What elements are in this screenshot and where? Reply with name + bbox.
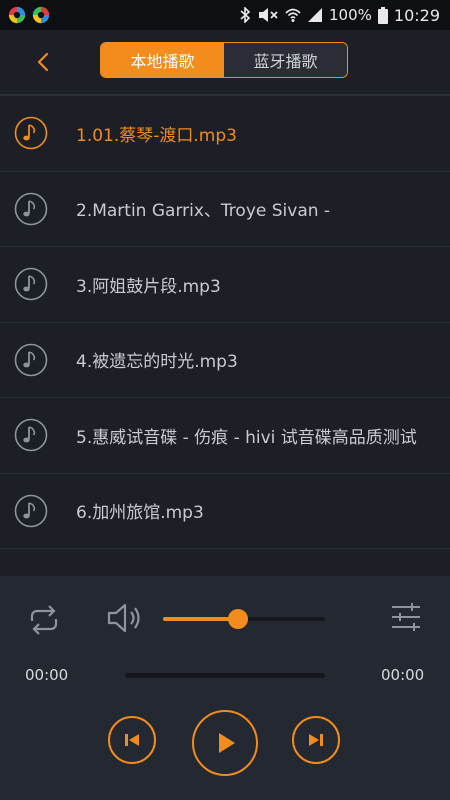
song-title: 1.01.蔡琴-渡口.mp3 (76, 125, 237, 146)
list-item[interactable]: 4.被遗忘的时光.mp3 (0, 323, 450, 398)
song-title: 6.加州旅馆.mp3 (76, 503, 204, 524)
volume-fill (163, 617, 238, 621)
mute-icon (259, 8, 278, 22)
source-toggle: 本地播歌 蓝牙播歌 (100, 42, 348, 78)
total-time: 00:00 (381, 666, 425, 684)
music-note-icon (14, 116, 48, 150)
wifi-icon (285, 8, 301, 22)
list-item[interactable]: 3.阿姐鼓片段.mp3 (0, 247, 450, 323)
progress-bar[interactable] (125, 673, 325, 678)
battery-percent: 100% (329, 6, 372, 24)
play-button[interactable] (192, 710, 258, 776)
battery-icon (377, 6, 388, 24)
play-icon (219, 733, 235, 753)
list-item[interactable]: 5.惠威试音碟 - 伤痕 - hivi 试音碟高品质测试 (0, 398, 450, 474)
status-bar: 100% 10:29 (0, 0, 450, 30)
chevron-left-icon[interactable] (30, 48, 58, 76)
song-title: 5.惠威试音碟 - 伤痕 - hivi 试音碟高品质测试 (76, 427, 417, 448)
music-note-icon (14, 192, 48, 226)
playlist: 1.01.蔡琴-渡口.mp3 2.Martin Garrix、Troye Siva… (0, 96, 450, 576)
previous-icon (125, 734, 139, 746)
volume-icon[interactable] (104, 598, 144, 638)
header: 本地播歌 蓝牙播歌 (0, 30, 450, 96)
list-item[interactable]: 2.Martin Garrix、Troye Sivan - (0, 172, 450, 247)
tab-local-play[interactable]: 本地播歌 (101, 43, 224, 77)
repeat-icon[interactable] (24, 600, 64, 640)
app-icon-2 (32, 6, 50, 24)
song-title: 3.阿姐鼓片段.mp3 (76, 276, 221, 297)
music-note-icon (14, 494, 48, 528)
clock: 10:29 (393, 5, 440, 25)
list-item[interactable]: 6.加州旅馆.mp3 (0, 474, 450, 549)
song-title: 4.被遗忘的时光.mp3 (76, 352, 238, 373)
song-title: 2.Martin Garrix、Troye Sivan - (76, 201, 331, 222)
player-panel: 00:00 00:00 (0, 576, 450, 800)
tab-bluetooth-play[interactable]: 蓝牙播歌 (224, 43, 347, 77)
next-button[interactable] (292, 716, 340, 764)
bluetooth-icon (240, 7, 251, 23)
list-item[interactable]: 1.01.蔡琴-渡口.mp3 (0, 96, 450, 172)
previous-button[interactable] (108, 716, 156, 764)
volume-slider[interactable] (163, 609, 325, 629)
music-note-icon (14, 418, 48, 452)
music-note-icon (14, 267, 48, 301)
music-note-icon (14, 343, 48, 377)
volume-thumb[interactable] (227, 609, 248, 629)
equalizer-icon[interactable] (388, 600, 424, 636)
current-time: 00:00 (25, 666, 69, 684)
next-icon (309, 734, 323, 746)
app-icon-1 (8, 6, 26, 24)
signal-icon (308, 8, 322, 22)
